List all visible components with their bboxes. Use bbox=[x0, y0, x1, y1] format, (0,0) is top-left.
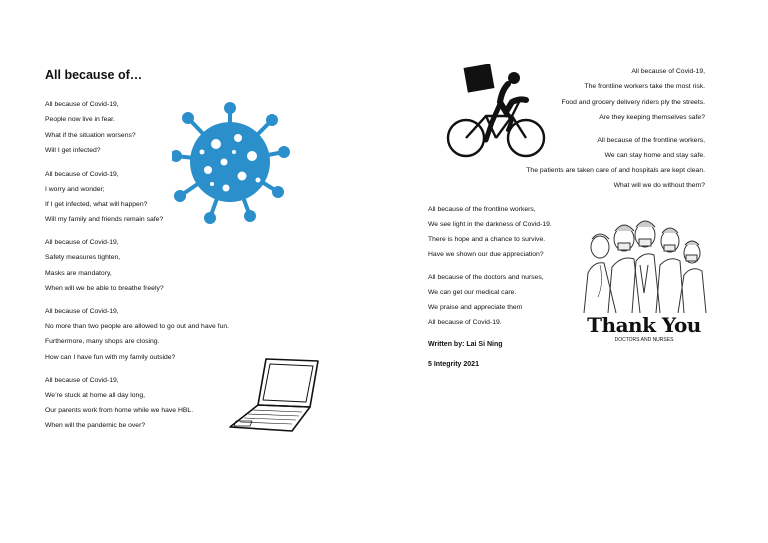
poem-line: Food and grocery delivery riders ply the… bbox=[561, 99, 705, 106]
poem-line: All because of Covid-19. bbox=[428, 319, 502, 326]
medical-workers-sketch bbox=[583, 220, 707, 314]
medical-workers-illustration: Thank You DOCTORS AND NURSES bbox=[578, 203, 710, 349]
poem-line: People now live in fear. bbox=[45, 116, 115, 123]
poem-line: No more than two people are allowed to g… bbox=[45, 323, 230, 330]
poem-line: Masks are mandatory, bbox=[45, 270, 112, 277]
poem-line: When will the pandemic be over? bbox=[45, 422, 146, 429]
poem-line: The frontline workers take the most risk… bbox=[584, 83, 706, 90]
poem-line: We see light in the darkness of Covid-19… bbox=[428, 221, 552, 228]
class-credit: 5 Integrity 2021 bbox=[428, 361, 479, 368]
poem-line: All because of Covid-19, bbox=[45, 308, 119, 315]
poem-line: Safety measures tighten, bbox=[45, 254, 121, 261]
poem-line: Will my family and friends remain safe? bbox=[45, 216, 164, 223]
poem-line: When will we be able to breathe freely? bbox=[45, 285, 164, 292]
laptop-icon bbox=[229, 358, 319, 432]
poem-line: Furthermore, many shops are closing. bbox=[45, 338, 160, 345]
poem-line: How can I have fun with my family outsid… bbox=[45, 354, 176, 361]
poem-line: All because of Covid-19, bbox=[45, 101, 119, 108]
poem-line: If I get infected, what will happen? bbox=[45, 201, 148, 208]
poem-line: I worry and wonder; bbox=[45, 186, 105, 193]
poem-line: We praise and appreciate them bbox=[428, 304, 523, 311]
delivery-cyclist-icon bbox=[446, 64, 546, 158]
virus-icon bbox=[172, 102, 290, 224]
poem-line: All because of the frontline workers, bbox=[428, 206, 536, 213]
poem-line: We can stay home and stay safe. bbox=[604, 152, 705, 159]
poem-line: All because of the doctors and nurses, bbox=[428, 274, 544, 281]
poem-line: The patients are taken care of and hospi… bbox=[526, 167, 705, 174]
poem-line: We’re stuck at home all day long, bbox=[45, 392, 145, 399]
poem-line: All because of Covid-19, bbox=[45, 239, 119, 246]
thank-you-subtitle: DOCTORS AND NURSES bbox=[614, 337, 674, 343]
poem-line: All because of Covid-19, bbox=[45, 377, 119, 384]
poem-line: We can get our medical care. bbox=[428, 289, 517, 296]
poem-line: There is hope and a chance to survive. bbox=[428, 236, 546, 243]
thank-you-heading: Thank You bbox=[587, 313, 701, 337]
poem-title: All because of… bbox=[45, 68, 143, 82]
poem-line: All because of Covid-19, bbox=[45, 171, 119, 178]
poem-line: Have we shown our due appreciation? bbox=[428, 251, 544, 258]
poem-line: Are they keeping themselves safe? bbox=[599, 114, 705, 121]
poem-line: Will I get infected? bbox=[45, 147, 101, 154]
poem-line: What will we do without them? bbox=[613, 182, 705, 189]
poem-line: Our parents work from home while we have… bbox=[45, 407, 194, 414]
author-credit: Written by: Lai Si Ning bbox=[428, 341, 503, 348]
poem-line: All because of Covid-19, bbox=[631, 68, 705, 75]
poem-line: What if the situation worsens? bbox=[45, 132, 136, 139]
poem-line: All because of the frontline workers, bbox=[597, 137, 705, 144]
